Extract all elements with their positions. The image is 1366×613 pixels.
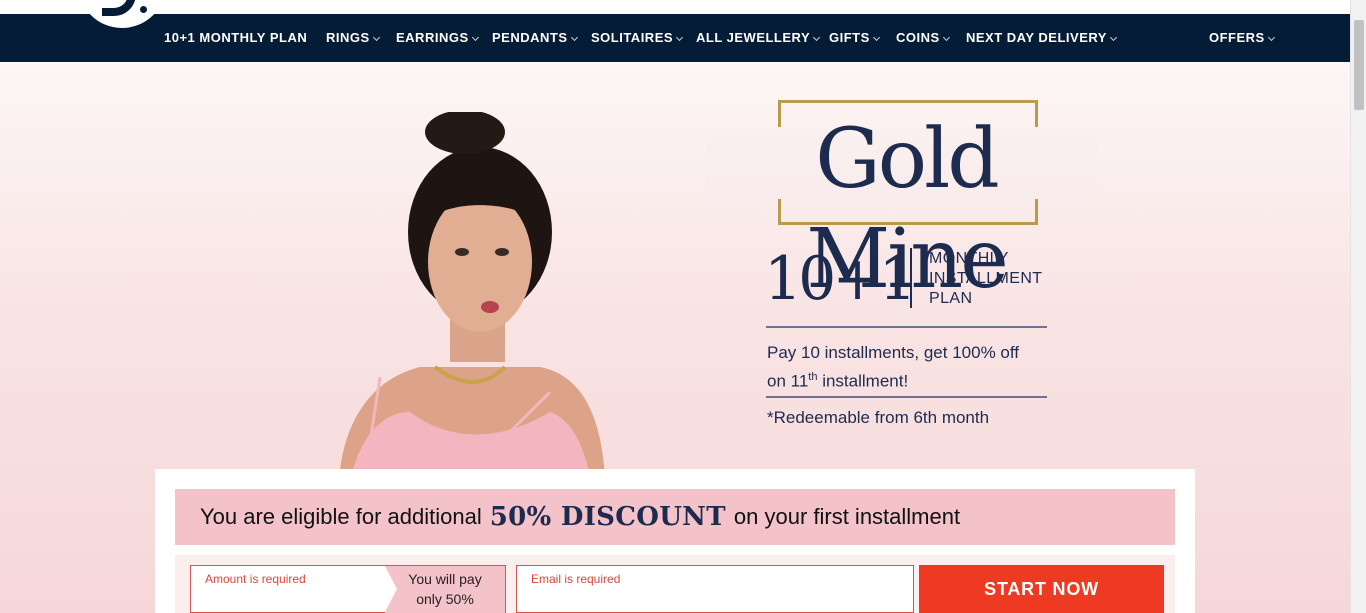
chevron-down-icon [872, 33, 880, 41]
top-strip [0, 0, 1350, 14]
nav-label: ALL JEWELLERY [696, 30, 811, 45]
discount-pre: You are eligible for additional [200, 504, 482, 529]
discount-banner: You are eligible for additional 50% DISC… [175, 489, 1175, 545]
nav-label: EARRINGS [396, 30, 469, 45]
nav-item-rings[interactable]: RINGS [326, 14, 380, 62]
scrollbar-thumb[interactable] [1354, 20, 1364, 110]
chevron-down-icon [676, 33, 684, 41]
redeem-note: *Redeemable from 6th month [767, 408, 990, 427]
nav-item-monthly-plan[interactable]: 10+1 MONTHLY PLAN [164, 14, 307, 62]
nav-item-gifts[interactable]: GIFTS [829, 14, 880, 62]
logo-mark-icon [102, 0, 136, 16]
offer-line-1: Pay 10 installments, get 100% off [767, 343, 1020, 362]
plan-description: MONTHLY INSTALLMENT PLAN [929, 249, 1079, 309]
plan-divider [910, 248, 912, 308]
chevron-down-icon [570, 33, 578, 41]
nav-item-pendants[interactable]: PENDANTS [492, 14, 578, 62]
offer-post: installment! [817, 371, 909, 391]
nav-label: OFFERS [1209, 30, 1265, 45]
nav-item-next-day-delivery[interactable]: NEXT DAY DELIVERY [966, 14, 1117, 62]
divider [766, 326, 1047, 328]
start-now-button[interactable]: START NOW [919, 565, 1164, 613]
pay-note: You will pay only 50% [385, 566, 505, 613]
nav-item-all-jewellery[interactable]: ALL JEWELLERY [696, 14, 821, 62]
nav-label: GIFTS [829, 30, 870, 45]
pay-note-line: only 50% [416, 591, 474, 607]
nav-label: COINS [896, 30, 940, 45]
chevron-down-icon [942, 33, 950, 41]
logo-dot-icon [140, 6, 147, 13]
nav-item-offers[interactable]: OFFERS [1209, 14, 1275, 62]
pay-note-line: You will pay [408, 571, 482, 587]
main-nav: 10+1 MONTHLY PLAN RINGS EARRINGS PENDANT… [0, 14, 1350, 62]
nav-label: NEXT DAY DELIVERY [966, 30, 1107, 45]
plan-line: MONTHLY [929, 250, 1009, 267]
offer-on: on 11 [767, 371, 809, 391]
nav-label: SOLITAIRES [591, 30, 674, 45]
discount-highlight: 50% DISCOUNT [489, 502, 726, 532]
nav-item-solitaires[interactable]: SOLITAIRES [591, 14, 684, 62]
nav-item-earrings[interactable]: EARRINGS [396, 14, 479, 62]
email-error: Email is required [531, 572, 621, 586]
plan-line: PLAN [929, 290, 973, 307]
page-scrollbar[interactable] [1350, 0, 1366, 613]
chevron-down-icon [471, 33, 479, 41]
discount-post: on your first installment [733, 504, 961, 529]
divider [766, 396, 1047, 398]
nav-label: PENDANTS [492, 30, 568, 45]
pay-note-notch [385, 566, 397, 612]
nav-label: 10+1 MONTHLY PLAN [164, 30, 308, 45]
amount-error: Amount is required [205, 572, 306, 586]
nav-label: RINGS [326, 30, 370, 45]
offer-text: Pay 10 installments, get 100% off on 11t… [767, 341, 1067, 394]
chevron-down-icon [372, 33, 380, 41]
plan-number: 10+1 [764, 244, 917, 314]
nav-item-coins[interactable]: COINS [896, 14, 950, 62]
chevron-down-icon [813, 33, 821, 41]
plan-line: INSTALLMENT [929, 270, 1043, 287]
chevron-down-icon [1109, 33, 1117, 41]
chevron-down-icon [1267, 33, 1275, 41]
offer-line-2: on 11th installment! [767, 365, 1067, 394]
